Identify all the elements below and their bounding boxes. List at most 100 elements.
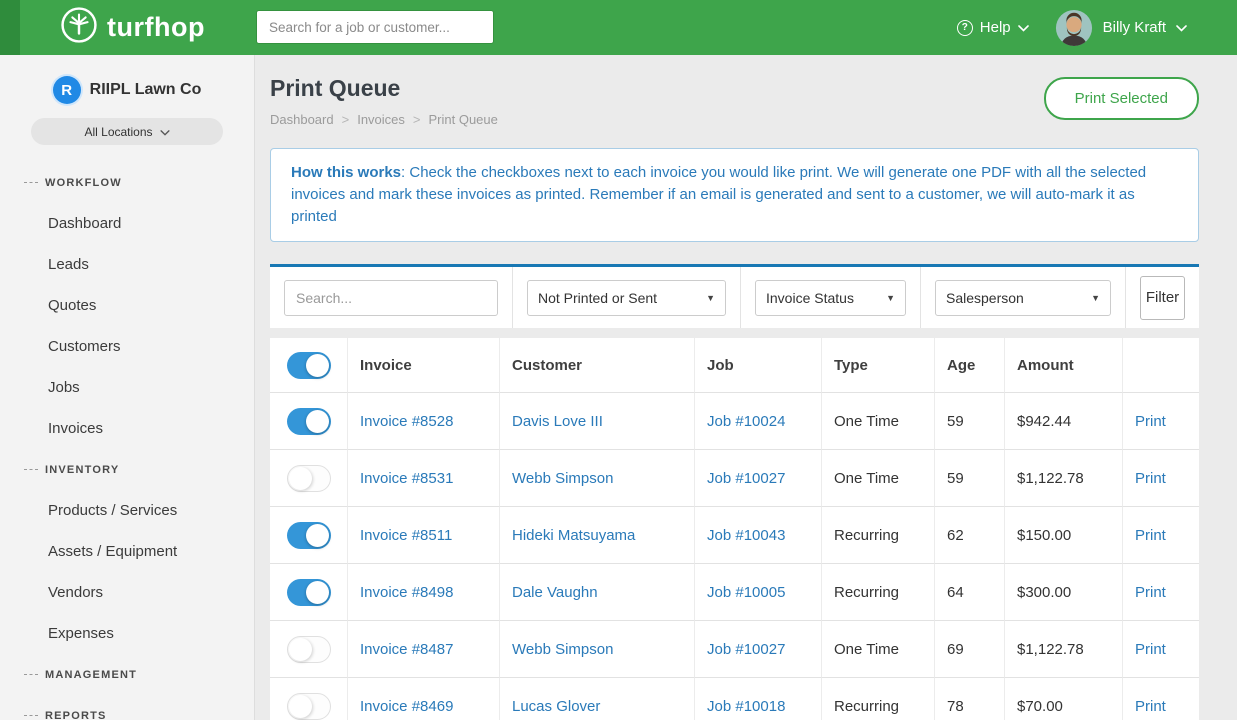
dropdown-caret-icon: ▼ <box>886 293 895 303</box>
sidebar-item-vendors[interactable]: Vendors <box>0 572 254 613</box>
brand-name: turfhop <box>107 12 205 43</box>
row-select-cell <box>270 507 348 564</box>
breadcrumb-item-invoices[interactable]: Invoices <box>357 112 405 127</box>
print-link[interactable]: Print <box>1135 527 1166 544</box>
locations-selector[interactable]: All Locations <box>31 118 223 145</box>
sidebar-item-invoices[interactable]: Invoices <box>0 408 254 449</box>
printed-filter-select[interactable]: Not Printed or Sent ▼ <box>527 280 726 316</box>
salesperson-select[interactable]: Salesperson ▼ <box>935 280 1111 316</box>
top-navbar: turfhop Help <box>0 0 1237 55</box>
age-cell: 69 <box>935 621 1005 678</box>
help-label: Help <box>980 19 1011 36</box>
select-all-toggle[interactable] <box>287 352 331 379</box>
job-link[interactable]: Job #10043 <box>707 527 785 544</box>
customer-link[interactable]: Webb Simpson <box>512 470 613 487</box>
chevron-down-icon <box>1176 19 1187 37</box>
row-select-cell <box>270 564 348 621</box>
invoice-status-select[interactable]: Invoice Status ▼ <box>755 280 906 316</box>
status-filter-value: Invoice Status <box>766 290 854 306</box>
chevron-down-icon <box>1018 19 1029 36</box>
company-badge: R <box>53 76 81 104</box>
toggle-knob-icon <box>289 695 312 718</box>
row-select-toggle[interactable] <box>287 465 331 492</box>
print-link[interactable]: Print <box>1135 470 1166 487</box>
customer-link[interactable]: Hideki Matsuyama <box>512 527 635 544</box>
company-header[interactable]: R RIIPL Lawn Co <box>0 55 254 104</box>
toggle-knob-icon <box>306 354 329 377</box>
section-dash-icon <box>24 469 38 470</box>
sidebar-item-leads[interactable]: Leads <box>0 244 254 285</box>
user-menu[interactable]: Billy Kraft <box>1055 9 1187 47</box>
sidebar-section-inventory: INVENTORY <box>0 449 254 490</box>
nav-corner-strip <box>0 0 20 55</box>
row-select-cell <box>270 678 348 720</box>
type-cell: One Time <box>822 450 935 507</box>
global-search-input[interactable] <box>256 10 494 44</box>
invoice-table-header: Invoice Customer Job Type Age Amount <box>270 338 1199 393</box>
section-label: REPORTS <box>45 710 107 720</box>
breadcrumb-item-print-queue[interactable]: Print Queue <box>429 112 498 127</box>
print-link[interactable]: Print <box>1135 641 1166 658</box>
row-select-toggle[interactable] <box>287 579 331 606</box>
sidebar-item-quotes[interactable]: Quotes <box>0 285 254 326</box>
filter-button[interactable]: Filter <box>1140 276 1185 320</box>
breadcrumb-separator: > <box>342 112 350 127</box>
print-link[interactable]: Print <box>1135 413 1166 430</box>
table-row: Invoice #8511 Hideki Matsuyama Job #10043 R… <box>270 507 1199 564</box>
help-icon <box>957 20 973 36</box>
brand[interactable]: turfhop <box>60 6 205 49</box>
table-search-input[interactable] <box>284 280 498 316</box>
job-link[interactable]: Job #10005 <box>707 584 785 601</box>
print-link[interactable]: Print <box>1135 584 1166 601</box>
invoice-cell: Invoice #8498 <box>348 564 500 621</box>
row-select-toggle[interactable] <box>287 408 331 435</box>
invoice-link[interactable]: Invoice #8487 <box>360 641 453 658</box>
sidebar-item-products-services[interactable]: Products / Services <box>0 490 254 531</box>
how-this-works-note: How this works: Check the checkboxes nex… <box>270 148 1199 242</box>
age-cell: 59 <box>935 450 1005 507</box>
page-title: Print Queue <box>270 75 498 102</box>
help-menu[interactable]: Help <box>957 19 1029 36</box>
job-link[interactable]: Job #10018 <box>707 698 785 715</box>
customer-link[interactable]: Dale Vaughn <box>512 584 598 601</box>
actions-cell: Print <box>1123 450 1199 507</box>
sidebar-item-dashboard[interactable]: Dashboard <box>0 203 254 244</box>
job-cell: Job #10005 <box>695 564 822 621</box>
sidebar-item-customers[interactable]: Customers <box>0 326 254 367</box>
user-name: Billy Kraft <box>1103 19 1166 36</box>
row-select-toggle[interactable] <box>287 693 331 720</box>
invoice-link[interactable]: Invoice #8511 <box>360 527 452 544</box>
invoice-link[interactable]: Invoice #8528 <box>360 413 453 430</box>
row-select-toggle[interactable] <box>287 522 331 549</box>
job-link[interactable]: Job #10027 <box>707 470 785 487</box>
age-cell: 59 <box>935 393 1005 450</box>
sidebar-item-jobs[interactable]: Jobs <box>0 367 254 408</box>
job-link[interactable]: Job #10027 <box>707 641 785 658</box>
row-select-toggle[interactable] <box>287 636 331 663</box>
job-link[interactable]: Job #10024 <box>707 413 785 430</box>
customer-link[interactable]: Webb Simpson <box>512 641 613 658</box>
sidebar-item-assets-equipment[interactable]: Assets / Equipment <box>0 531 254 572</box>
sidebar: R RIIPL Lawn Co All Locations WORKFLOW Da… <box>0 55 255 720</box>
customer-link[interactable]: Lucas Glover <box>512 698 600 715</box>
actions-cell: Print <box>1123 507 1199 564</box>
section-label: WORKFLOW <box>45 177 122 189</box>
type-cell: One Time <box>822 621 935 678</box>
print-link[interactable]: Print <box>1135 698 1166 715</box>
amount-cell: $150.00 <box>1005 507 1123 564</box>
customer-cell: Hideki Matsuyama <box>500 507 695 564</box>
type-cell: Recurring <box>822 564 935 621</box>
row-select-cell <box>270 450 348 507</box>
sidebar-item-expenses[interactable]: Expenses <box>0 613 254 654</box>
invoice-link[interactable]: Invoice #8469 <box>360 698 453 715</box>
invoice-link[interactable]: Invoice #8531 <box>360 470 453 487</box>
print-selected-button[interactable]: Print Selected <box>1044 77 1199 120</box>
customer-link[interactable]: Davis Love III <box>512 413 603 430</box>
job-cell: Job #10018 <box>695 678 822 720</box>
invoice-link[interactable]: Invoice #8498 <box>360 584 453 601</box>
type-cell: Recurring <box>822 507 935 564</box>
select-all-cell <box>270 338 348 393</box>
breadcrumb-item-dashboard[interactable]: Dashboard <box>270 112 334 127</box>
toggle-knob-icon <box>306 524 329 547</box>
age-cell: 78 <box>935 678 1005 720</box>
